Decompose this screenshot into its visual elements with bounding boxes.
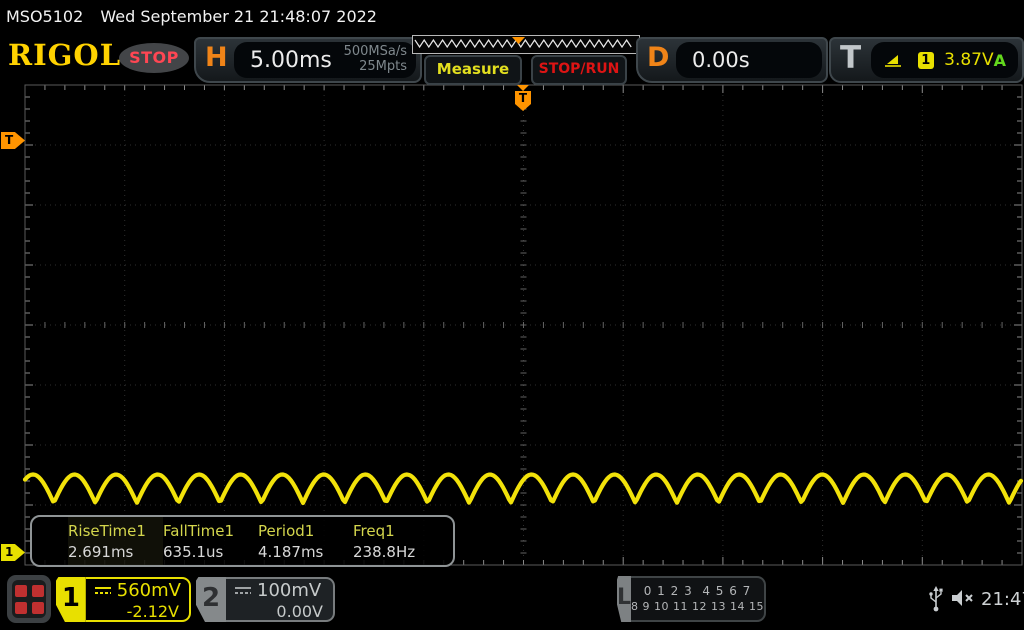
measure-button[interactable]: Measure [424, 55, 522, 85]
delay-panel[interactable]: D 0.00s [636, 37, 828, 83]
run-state-badge[interactable]: STOP [119, 43, 189, 73]
measurement-label: Freq1 [353, 522, 395, 540]
trigger-position-label: T [519, 91, 528, 105]
acquisition-info: 500MSa/s 25Mpts [343, 44, 407, 75]
measurement-value: 4.187ms [258, 543, 324, 561]
trigger-mode: A [993, 50, 1006, 70]
measurement-value: 635.1us [163, 543, 224, 561]
measurement-label: Period1 [258, 522, 315, 540]
trigger-label: T [840, 40, 862, 76]
channel2-scale: 100mV [257, 580, 322, 601]
delay-value: 0.00s [692, 48, 750, 72]
logic-row-8-15: 8 9 10 11 12 13 14 15 [631, 600, 764, 613]
measurement-panel[interactable]: RiseTime1 2.691ms FallTime1 635.1us Peri… [30, 515, 455, 567]
channel1-marker-label: 1 [5, 545, 14, 559]
measurement-label: RiseTime1 [68, 522, 146, 540]
usb-icon [929, 586, 943, 612]
measurement-label: FallTime1 [163, 522, 235, 540]
bottom-bar: 1 560mV -2.12V 2 100mV 0.00V L 0 1 2 3 4… [0, 572, 1024, 630]
dc-coupling-icon [94, 586, 111, 594]
channel2-offset: 0.00V [276, 602, 323, 621]
trigger-level-marker-label: T [5, 133, 14, 147]
delay-label: D [647, 42, 670, 73]
status-clock: 21:47 [981, 589, 1024, 610]
dc-coupling-icon [235, 586, 251, 594]
logic-label: L [617, 576, 632, 622]
channel2-number: 2 [196, 577, 226, 622]
channel2-badge[interactable]: 2 100mV 0.00V [196, 577, 335, 622]
oscilloscope-screen: { "theme": { "grid_dot": "#2e2e2e", "gri… [0, 0, 1024, 630]
channel1-scale: 560mV [116, 580, 181, 601]
horizontal-label: H [205, 42, 228, 73]
quick-menu-icon[interactable] [7, 575, 51, 623]
measurement-item[interactable]: Freq1 238.8Hz [353, 517, 448, 565]
measurement-value: 2.691ms [68, 543, 134, 561]
trigger-position-marker[interactable]: T [513, 85, 533, 112]
channel1-offset: -2.12V [126, 602, 179, 621]
trigger-level-value: 3.87V [944, 50, 994, 70]
logic-channels-badge[interactable]: L 0 1 2 3 4 5 6 7 8 9 10 11 12 13 14 15 [617, 576, 766, 622]
datetime-text: Wed September 21 21:48:07 2022 [100, 7, 377, 26]
channel1-trace [22, 472, 1024, 506]
titlebar: MSO5102 Wed September 21 21:48:07 2022 [0, 0, 1024, 32]
model-name: MSO5102 [6, 7, 84, 26]
sample-rate: 500MSa/s [343, 44, 407, 60]
trigger-slope-icon [885, 55, 901, 67]
measurement-value: 238.8Hz [353, 543, 416, 561]
trigger-source-badge: 1 [917, 51, 935, 69]
timebase-value: 5.00ms [250, 47, 332, 73]
rigol-logo: RIGOL [8, 38, 122, 72]
preview-zigzag [414, 37, 632, 49]
logic-row-0-7: 0 1 2 3 4 5 6 7 [643, 584, 752, 598]
channel1-number: 1 [56, 577, 86, 622]
speaker-muted-icon[interactable] [950, 588, 976, 608]
measurement-item[interactable]: FallTime1 635.1us [163, 517, 258, 565]
channel1-badge[interactable]: 1 560mV -2.12V [56, 577, 191, 622]
header-bar: RIGOL STOP H 5.00ms 500MSa/s 25Mpts Meas… [0, 32, 1024, 85]
trigger-panel[interactable]: T 1 3.87V A [829, 37, 1024, 83]
measurement-item[interactable]: Period1 4.187ms [258, 517, 353, 565]
waveform-preview-strip[interactable] [412, 35, 640, 54]
stop-run-button[interactable]: STOP/RUN [531, 55, 627, 85]
memory-depth: 25Mpts [359, 59, 407, 74]
horizontal-panel[interactable]: H 5.00ms 500MSa/s 25Mpts [194, 37, 422, 83]
measurement-item[interactable]: RiseTime1 2.691ms [68, 517, 163, 565]
